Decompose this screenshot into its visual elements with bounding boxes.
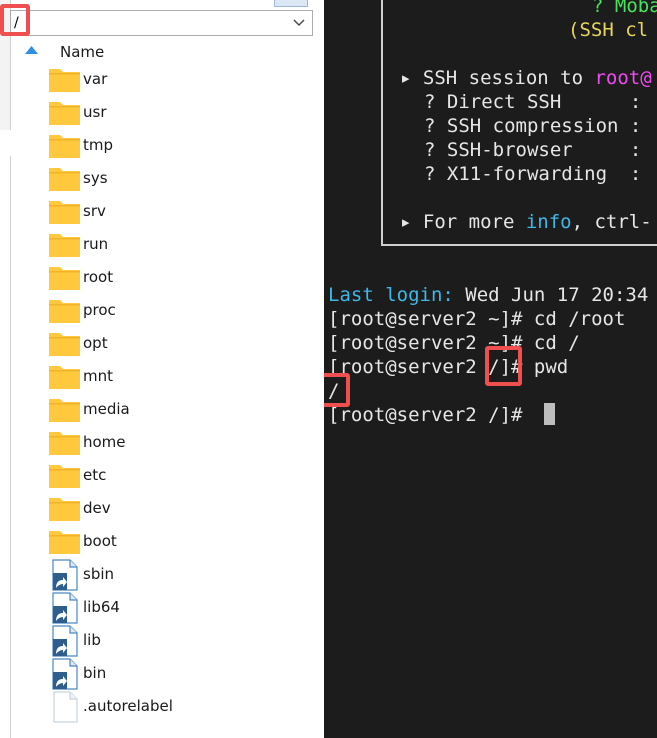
file-row-boot[interactable]: boot bbox=[48, 526, 308, 559]
file-row-home[interactable]: home bbox=[48, 427, 308, 460]
folder-icon bbox=[49, 333, 80, 356]
last-login-value: Wed Jun 17 20:34 bbox=[453, 284, 649, 306]
symlink-file-icon bbox=[52, 559, 78, 591]
folder-icon bbox=[49, 531, 80, 554]
file-name-label: root bbox=[83, 268, 114, 286]
file-name-label: mnt bbox=[83, 367, 113, 385]
file-row-bin[interactable]: bin bbox=[48, 658, 308, 691]
terminal-prompt-line: [root@server2 /]# bbox=[328, 404, 534, 426]
folder-icon bbox=[49, 69, 80, 92]
file-row-srv[interactable]: srv bbox=[48, 196, 308, 229]
banner-line-2: (SSH cl bbox=[568, 19, 649, 41]
file-browser-panel: / Name var usr tmp sys srv run root proc opt mnt m… bbox=[0, 0, 324, 738]
banner-more-line: ▸ For more info, ctrl- bbox=[400, 210, 652, 234]
folder-icon bbox=[49, 300, 80, 323]
file-row-dev[interactable]: dev bbox=[48, 493, 308, 526]
folder-icon bbox=[49, 102, 80, 125]
file-row-dot-autorelabel[interactable]: .autorelabel bbox=[48, 691, 308, 724]
file-name-label: proc bbox=[83, 301, 116, 319]
file-name-label: lib bbox=[83, 631, 101, 649]
more-prefix: ▸ For more bbox=[400, 211, 526, 233]
file-row-root[interactable]: root bbox=[48, 262, 308, 295]
banner-session-line: ▸ SSH session to root@ bbox=[400, 66, 652, 90]
symlink-file-icon bbox=[52, 625, 78, 657]
symlink-file-icon bbox=[52, 592, 78, 624]
file-name-label: sys bbox=[83, 169, 108, 187]
folder-icon bbox=[49, 201, 80, 224]
folder-icon bbox=[49, 234, 80, 257]
symlink-file-icon bbox=[52, 658, 78, 690]
file-row-lib64[interactable]: lib64 bbox=[48, 592, 308, 625]
file-row-mnt[interactable]: mnt bbox=[48, 361, 308, 394]
toolbar-button[interactable] bbox=[274, 0, 308, 7]
terminal-cursor bbox=[544, 403, 555, 425]
folder-icon bbox=[49, 432, 80, 455]
terminal-line-3: [root@server2 /]# pwd bbox=[328, 356, 569, 378]
file-name-label: usr bbox=[83, 103, 107, 121]
session-user: root@ bbox=[594, 67, 652, 89]
path-input[interactable]: / bbox=[14, 15, 19, 31]
column-header-name[interactable]: Name bbox=[60, 43, 104, 61]
terminal-line-1: [root@server2 ~]# cd /root bbox=[328, 308, 626, 330]
file-row-lib[interactable]: lib bbox=[48, 625, 308, 658]
file-row-proc[interactable]: proc bbox=[48, 295, 308, 328]
terminal-line-2: [root@server2 ~]# cd / bbox=[328, 332, 580, 354]
file-name-label: media bbox=[83, 400, 130, 418]
banner-row-direct-ssh: ? Direct SSH : bbox=[424, 91, 642, 113]
file-row-sbin[interactable]: sbin bbox=[48, 559, 308, 592]
file-name-label: sbin bbox=[83, 565, 115, 583]
file-name-label: var bbox=[83, 70, 108, 88]
file-name-label: dev bbox=[83, 499, 111, 517]
file-name-label: opt bbox=[83, 334, 108, 352]
file-name-label: bin bbox=[83, 664, 107, 682]
file-row-media[interactable]: media bbox=[48, 394, 308, 427]
path-combobox[interactable]: / bbox=[10, 10, 313, 36]
file-name-label: tmp bbox=[83, 136, 114, 154]
session-prefix: ▸ SSH session to bbox=[400, 67, 595, 89]
file-name-label: srv bbox=[83, 202, 106, 220]
more-suffix: , ctrl- bbox=[571, 211, 652, 233]
banner-row-ssh-browser: ? SSH-browser : bbox=[424, 139, 642, 161]
file-row-var[interactable]: var bbox=[48, 64, 308, 97]
file-name-label: run bbox=[83, 235, 109, 253]
file-row-usr[interactable]: usr bbox=[48, 97, 308, 130]
folder-icon bbox=[49, 399, 80, 422]
folder-icon bbox=[49, 267, 80, 290]
file-row-tmp[interactable]: tmp bbox=[48, 130, 308, 163]
terminal-line-4: / bbox=[328, 380, 340, 402]
sidebar-rail-lower bbox=[0, 156, 11, 738]
chevron-down-icon[interactable] bbox=[292, 13, 306, 31]
last-login-line: Last login: Wed Jun 17 20:34 bbox=[328, 283, 648, 307]
file-row-run[interactable]: run bbox=[48, 229, 308, 262]
banner-line-1: ? Moba bbox=[592, 0, 657, 17]
folder-icon bbox=[49, 366, 80, 389]
folder-icon bbox=[49, 168, 80, 191]
more-info: info bbox=[525, 211, 572, 233]
folder-icon bbox=[49, 135, 80, 158]
banner-row-x11: ? X11-forwarding : bbox=[424, 163, 642, 185]
file-name-label: home bbox=[83, 433, 126, 451]
file-row-sys[interactable]: sys bbox=[48, 163, 308, 196]
file-row-etc[interactable]: etc bbox=[48, 460, 308, 493]
folder-icon bbox=[49, 498, 80, 521]
sort-ascending-icon[interactable] bbox=[25, 46, 38, 54]
banner-row-compression: ? SSH compression : bbox=[424, 115, 642, 137]
file-icon bbox=[53, 691, 78, 723]
file-name-label: lib64 bbox=[83, 598, 120, 616]
terminal-panel[interactable]: ? Moba (SSH cl ▸ SSH session to root@ ? … bbox=[324, 0, 657, 738]
last-login-label: Last login: bbox=[328, 284, 454, 306]
file-name-label: .autorelabel bbox=[83, 697, 173, 715]
folder-icon bbox=[49, 465, 80, 488]
file-name-label: etc bbox=[83, 466, 107, 484]
file-row-opt[interactable]: opt bbox=[48, 328, 308, 361]
file-name-label: boot bbox=[83, 532, 117, 550]
